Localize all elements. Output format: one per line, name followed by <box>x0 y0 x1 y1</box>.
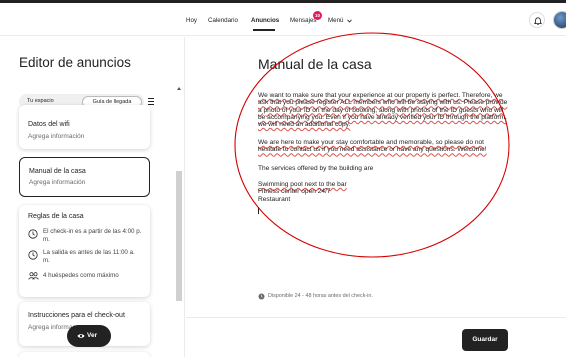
rule-max-guests: 4 huéspedes como máximo <box>43 272 119 279</box>
availability-text: Disponible 24 - 48 horas antes del check… <box>268 293 373 299</box>
editor-title: Editor de anuncios <box>19 55 131 70</box>
sidebar: Editor de anuncios Tu espacio Guía de ll… <box>0 37 185 357</box>
card-subtitle: Agrega información <box>29 179 86 186</box>
nav-link-hoy[interactable]: Hoy <box>186 17 197 24</box>
sidebar-scrollbar[interactable] <box>176 171 182 301</box>
annotation-ellipse <box>234 32 510 258</box>
user-avatar[interactable] <box>553 11 566 29</box>
card-next[interactable] <box>19 352 150 357</box>
bell-icon <box>534 16 542 25</box>
nav-link-mensajes[interactable]: Mensajes <box>290 17 316 24</box>
notifications-button[interactable] <box>529 12 545 28</box>
card-wifi[interactable]: Datos del wifi Agrega información <box>19 105 150 149</box>
rule-checkout: La salida es antes de las 11:00 a. m. <box>43 249 135 264</box>
scroll-up-arrow[interactable] <box>177 87 181 90</box>
save-button[interactable]: Guardar <box>462 329 508 351</box>
card-title: Instrucciones para el check-out <box>28 312 125 319</box>
clock-icon <box>28 250 38 260</box>
preview-button-label: Ver <box>87 332 98 339</box>
nav-link-menu[interactable]: Menú <box>328 17 343 24</box>
messages-badge: 10 <box>313 11 322 20</box>
guests-icon <box>28 272 39 280</box>
chevron-down-icon[interactable] <box>347 19 352 23</box>
card-reglas-de-la-casa[interactable]: Reglas de la casa El check-in es a parti… <box>19 205 150 297</box>
eye-icon <box>77 334 85 338</box>
card-title: Manual de la casa <box>29 168 86 175</box>
nav-link-calendario[interactable]: Calendario <box>208 17 238 24</box>
preview-button[interactable]: Ver <box>67 325 111 347</box>
card-title: Reglas de la casa <box>28 213 84 220</box>
rule-checkin: El check-in es a partir de las 4:00 p. m… <box>43 228 142 243</box>
list-icon[interactable] <box>147 97 155 106</box>
card-subtitle: Agrega información <box>28 133 85 140</box>
nav-link-anuncios[interactable]: Anuncios <box>251 17 279 24</box>
tab-tu-espacio[interactable]: Tu espacio <box>27 98 54 104</box>
card-manual-de-la-casa[interactable]: Manual de la casa Agrega información <box>19 157 150 197</box>
clock-icon <box>258 293 265 299</box>
clock-icon <box>28 229 38 239</box>
top-border <box>0 0 566 3</box>
card-title: Datos del wifi <box>28 121 70 128</box>
footer-divider <box>186 317 566 318</box>
